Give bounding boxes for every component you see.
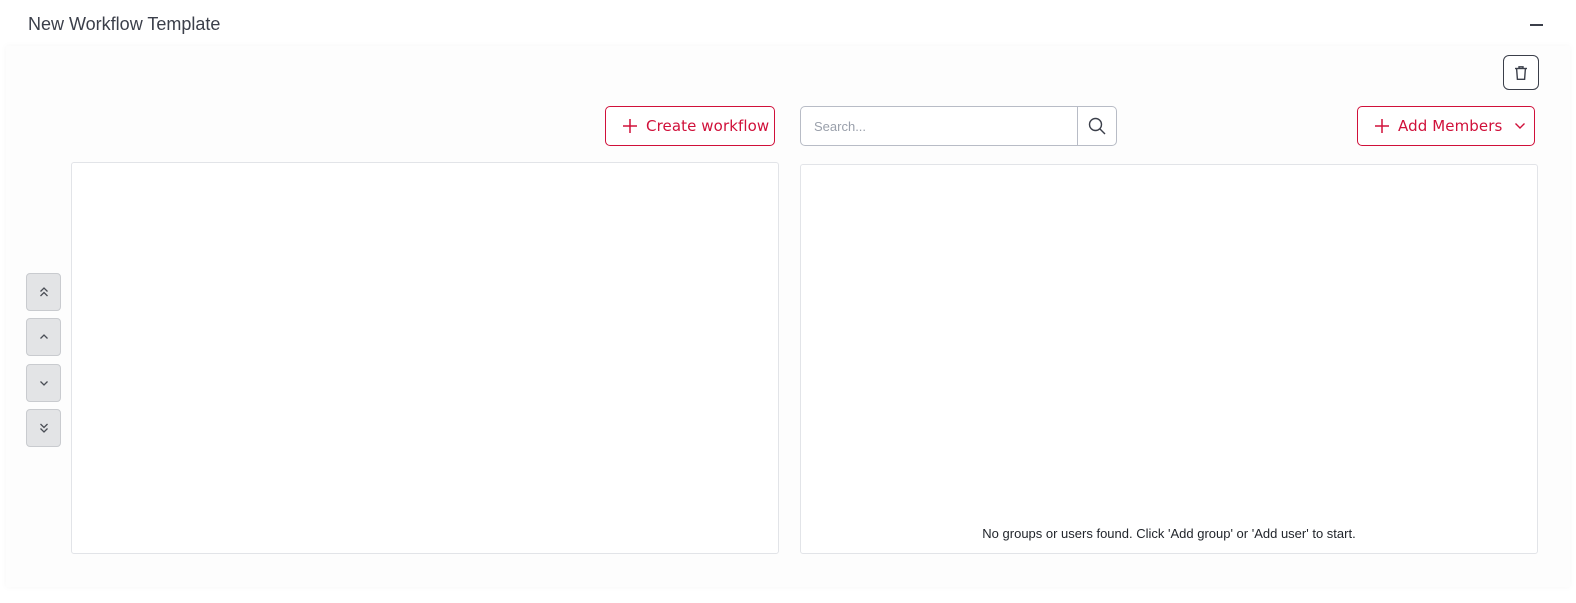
add-members-label: Add Members — [1398, 117, 1503, 135]
move-up-button[interactable] — [26, 318, 61, 356]
plus-icon — [623, 119, 637, 133]
move-to-top-button[interactable] — [26, 273, 61, 311]
move-to-bottom-button[interactable] — [26, 409, 61, 447]
card-header: New Workflow Template — [0, 0, 1576, 46]
chevron-up-icon — [39, 334, 48, 339]
search-button[interactable] — [1077, 107, 1116, 145]
page-title: New Workflow Template — [28, 14, 221, 34]
workflow-list — [71, 162, 779, 554]
create-workflow-button[interactable]: Create workflow — [605, 106, 775, 146]
double-chevron-down-icon — [39, 423, 48, 433]
members-list: No groups or users found. Click 'Add gro… — [800, 164, 1538, 554]
search-input[interactable] — [801, 107, 1077, 145]
chevron-down-icon — [39, 381, 48, 386]
trash-icon — [1515, 65, 1527, 80]
move-down-button[interactable] — [26, 364, 61, 402]
empty-state-message: No groups or users found. Click 'Add gro… — [982, 526, 1356, 541]
plus-icon — [1375, 119, 1389, 133]
add-members-button[interactable]: Add Members — [1357, 106, 1535, 146]
double-chevron-up-icon — [39, 287, 48, 297]
create-workflow-label: Create workflow — [646, 117, 770, 135]
chevron-down-icon — [1514, 122, 1526, 130]
member-search — [800, 106, 1117, 146]
minimize-icon[interactable] — [1526, 14, 1546, 34]
delete-template-button[interactable] — [1503, 55, 1539, 90]
search-icon — [1088, 117, 1106, 135]
